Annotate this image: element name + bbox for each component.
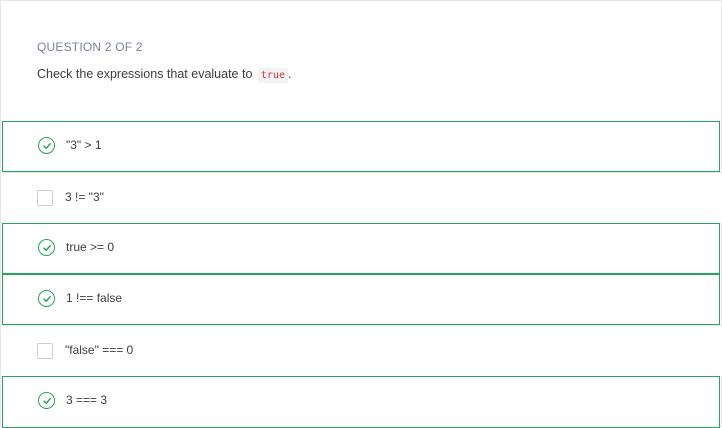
question-prompt-text: Check the expressions that evaluate to [37, 67, 253, 81]
answer-option-label: "false" === 0 [65, 343, 134, 357]
answer-option[interactable]: 3 != "3" [1, 172, 722, 223]
check-circle-icon[interactable] [38, 392, 55, 409]
question-header: QUESTION 2 OF 2 Check the expressions th… [1, 1, 722, 121]
answer-option-label: "3" > 1 [66, 138, 102, 152]
question-prompt-suffix: . [287, 67, 292, 81]
answer-option[interactable]: 1 !== false [2, 274, 720, 325]
answer-option[interactable]: "3" > 1 [2, 121, 720, 172]
answer-option[interactable]: "false" === 0 [1, 325, 722, 376]
answer-option[interactable]: true >= 0 [2, 223, 720, 274]
question-prompt-code: true [257, 68, 288, 83]
answer-option-label: 1 !== false [66, 291, 123, 305]
check-circle-icon[interactable] [38, 137, 55, 154]
answer-option-label: true >= 0 [66, 240, 115, 254]
check-circle-icon[interactable] [38, 290, 55, 307]
checkbox-icon[interactable] [37, 343, 53, 359]
question-prompt: Check the expressions that evaluate to t… [37, 67, 292, 83]
quiz-card: QUESTION 2 OF 2 Check the expressions th… [0, 0, 722, 428]
question-number: QUESTION 2 OF 2 [37, 40, 143, 54]
answer-options: "3" > 1 3 != "3" true >= 0 1 !== false "… [1, 121, 722, 428]
answer-option-label: 3 != "3" [65, 190, 104, 204]
answer-option[interactable]: 3 === 3 [2, 376, 720, 428]
check-circle-icon[interactable] [38, 239, 55, 256]
checkbox-icon[interactable] [37, 190, 53, 206]
answer-option-label: 3 === 3 [66, 393, 108, 407]
